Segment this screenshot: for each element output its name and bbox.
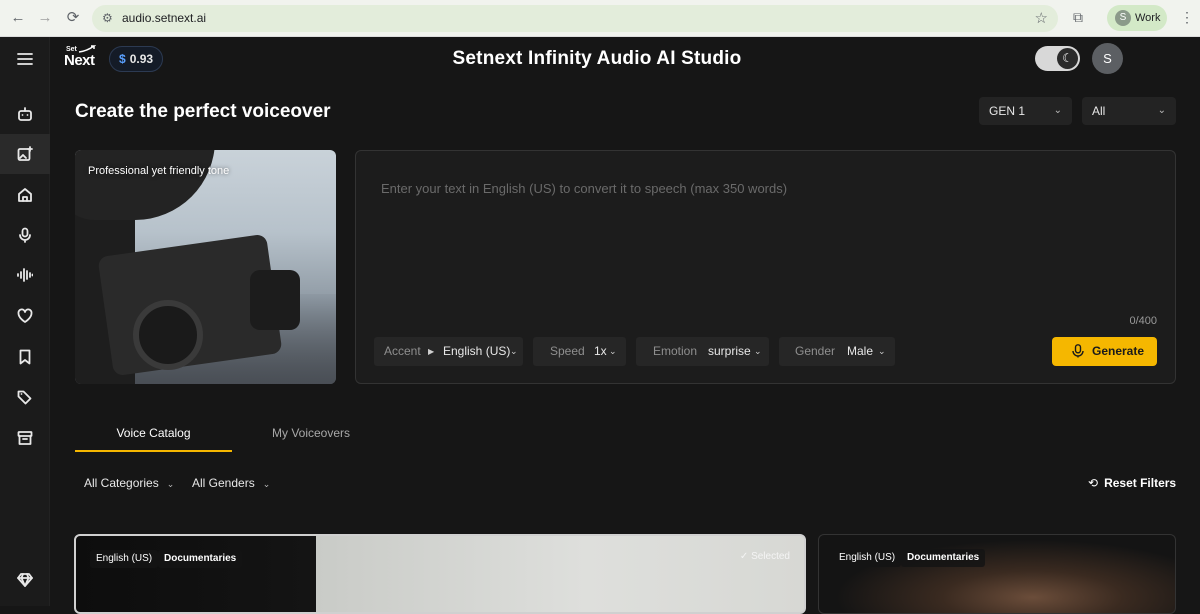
profile-button[interactable]: S Work [1107,5,1167,31]
heart-icon [17,308,33,323]
selected-status: ✓ Selected [740,551,790,562]
emotion-select[interactable]: Emotion surprise ⌄ [636,337,769,366]
diamond-icon [17,573,33,587]
categories-filter-label: All Categories [84,476,159,490]
profile-name: Work [1135,12,1161,24]
word-counter: 0/400 [1129,315,1157,327]
hat-shape [75,150,215,220]
waveform-icon [17,268,33,282]
categories-filter[interactable]: All Categories ⌄ [84,476,174,490]
moon-icon: ☾ [1057,48,1078,69]
gender-select[interactable]: Gender Male ⌄ [779,337,895,366]
profile-avatar: S [1115,10,1131,26]
speed-select[interactable]: Speed 1x ⌄ [533,337,626,366]
bookmark-star-icon[interactable]: ☆ [1035,9,1048,27]
gender-label: Gender [795,344,836,358]
camera-lens-side [250,270,300,330]
sidebar-item-home[interactable] [0,175,50,215]
url-text[interactable]: audio.setnext.ai [122,11,206,25]
reset-filters-label: Reset Filters [1104,476,1177,490]
play-icon[interactable]: ▶ [428,337,434,366]
sidebar-item-premium[interactable] [0,560,50,600]
sidebar-item-voice[interactable] [0,215,50,255]
reset-filters-button[interactable]: ⟲ Reset Filters [1088,476,1176,490]
microphone-icon [1072,344,1084,358]
sidebar-item-robot[interactable] [0,94,50,134]
image-sparkle-icon [17,146,33,161]
site-info-icon[interactable]: ⚙ [102,11,116,25]
chevron-down-icon: ⌄ [878,346,886,356]
reload-icon[interactable]: ⟳ [63,8,83,28]
chevron-down-icon: ⌄ [609,346,617,356]
sidebar-item-saved[interactable] [0,337,50,377]
home-icon [18,188,32,202]
accent-label: Accent [384,344,421,358]
category-select[interactable]: All ⌄ [1082,97,1176,125]
browser-menu-icon[interactable]: ⋮ [1180,9,1194,26]
text-input-panel[interactable]: Enter your text in English (US) to conve… [355,150,1176,384]
genders-filter-label: All Genders [192,476,255,490]
sidebar-item-image-gen[interactable] [0,134,50,174]
sidebar-item-archive[interactable] [0,418,50,458]
voice-card[interactable]: English (US) Documentaries ✓ Selected [74,534,806,614]
chevron-down-icon: ⌄ [1053,105,1062,116]
voice-card[interactable]: English (US) Documentaries [818,534,1176,614]
browser-toolbar: ← → ⟳ ⚙ audio.setnext.ai ☆ ⧉ S Work ⋮ [0,0,1200,37]
page-title: Create the perfect voiceover [75,101,331,122]
voice-preview-image: Professional yet friendly tone [75,150,336,384]
emotion-label: Emotion [653,344,698,358]
robot-icon [18,107,32,121]
tags-icon [17,390,32,405]
selected-label: Selected [751,551,790,562]
accent-select[interactable]: Accent ▶ English (US) ⌄ [374,337,523,366]
genders-filter[interactable]: All Genders ⌄ [192,476,270,490]
extensions-icon[interactable]: ⧉ [1069,9,1087,27]
sidebar [0,37,50,606]
preview-caption: Professional yet friendly tone [88,165,230,177]
bookmark-icon [19,349,31,365]
chevron-down-icon: ⌄ [510,346,518,356]
tab-voice-catalog[interactable]: Voice Catalog [75,418,232,452]
tab-my-voiceovers[interactable]: My Voiceovers [232,418,390,452]
speed-label: Speed [550,344,585,358]
chevron-down-icon: ⌄ [262,479,271,489]
gender-value: Male [847,344,874,358]
category-tag: Documentaries [158,550,243,568]
speed-value: 1x [594,344,607,358]
category-tag: Documentaries [901,549,986,567]
chevron-down-icon: ⌄ [1157,105,1166,116]
sidebar-item-favorites[interactable] [0,296,50,336]
microphone-icon [19,227,31,243]
category-select-value: All [1092,104,1106,118]
archive-icon [17,431,33,445]
theme-toggle[interactable]: ☾ [1035,46,1080,71]
address-bar[interactable]: ⚙ audio.setnext.ai ☆ [92,5,1058,32]
app-title: Setnext Infinity Audio AI Studio [452,48,742,69]
generation-select-value: GEN 1 [989,104,1026,118]
language-tag: English (US) [833,549,902,567]
emotion-value: surprise [708,344,751,358]
chevron-down-icon: ⌄ [754,346,762,356]
text-input-placeholder[interactable]: Enter your text in English (US) to conve… [381,181,787,196]
generate-button[interactable]: Generate [1052,337,1157,366]
sidebar-item-audio[interactable] [0,255,50,295]
forward-icon[interactable]: → [35,8,55,28]
back-icon[interactable]: ← [8,8,28,28]
refresh-icon: ⟲ [1088,476,1099,490]
generate-label: Generate [1092,344,1145,358]
sidebar-item-tags[interactable] [0,377,50,417]
user-avatar[interactable]: S [1092,43,1123,74]
check-icon: ✓ [739,551,752,562]
accent-value: English (US) [443,344,511,358]
language-tag: English (US) [90,550,159,568]
camera-lens [133,300,203,370]
generation-select[interactable]: GEN 1 ⌄ [979,97,1072,125]
chevron-down-icon: ⌄ [166,479,175,489]
